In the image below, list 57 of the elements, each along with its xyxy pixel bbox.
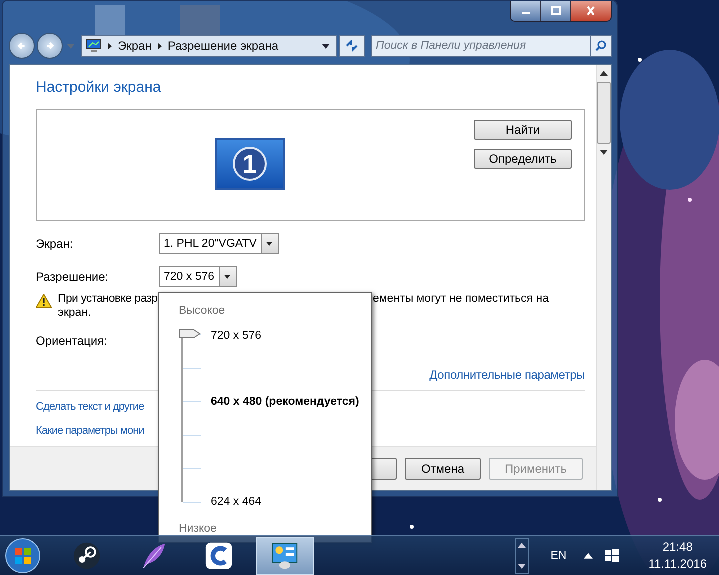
page-heading: Настройки экрана: [36, 79, 162, 98]
scale-label: Низкое: [179, 523, 218, 535]
warning-icon: [36, 294, 52, 308]
maximize-button[interactable]: [541, 1, 571, 21]
scroll-up-icon[interactable]: [518, 542, 526, 548]
help-link[interactable]: Какие параметры мони: [36, 425, 144, 437]
close-icon: [586, 6, 596, 16]
refresh-icon: [345, 40, 359, 52]
flag-icon[interactable]: [604, 548, 619, 562]
search-icon: [595, 40, 607, 52]
control-panel-icon: [271, 542, 299, 570]
warning-text: При установке разр: [58, 292, 159, 306]
resolution-option[interactable]: 640 x 480 (рекомендуется): [211, 395, 360, 409]
chevron-icon: [108, 42, 112, 50]
dropdown[interactable]: 1. PHL 20"VGATV: [159, 233, 279, 254]
language-indicator[interactable]: EN: [550, 550, 567, 562]
field-label: Ориентация:: [36, 334, 108, 348]
dropdown-caret-icon[interactable]: [322, 44, 330, 48]
warning-text: экран.: [58, 306, 92, 320]
steam-icon: [73, 542, 101, 570]
scroll-up-icon[interactable]: [600, 71, 608, 76]
dialog-button[interactable]: Отмена: [405, 458, 481, 480]
chevron-icon: [158, 42, 162, 50]
scroll-down-icon[interactable]: [600, 150, 608, 155]
taskbar-scroller[interactable]: [514, 538, 529, 574]
monitor-number: 1: [233, 147, 267, 181]
maximize-icon: [550, 6, 560, 16]
refresh-button[interactable]: [339, 35, 365, 57]
preview-button[interactable]: Определить: [474, 149, 572, 169]
scale-label: Высокое: [179, 305, 226, 317]
scrollbar[interactable]: [596, 65, 611, 490]
breadcrumb-item[interactable]: Разрешение экрана: [168, 39, 279, 53]
address-bar[interactable]: Экран Разрешение экрана: [81, 35, 337, 57]
tray-expand-icon[interactable]: [584, 552, 593, 558]
scroll-thumb[interactable]: [597, 82, 611, 144]
slider-thumb[interactable]: [179, 329, 201, 339]
field-label: Разрешение:: [36, 270, 110, 284]
resolution-option[interactable]: 720 x 576: [211, 329, 360, 343]
scroll-down-icon[interactable]: [518, 564, 526, 568]
field-label: Экран:: [36, 236, 74, 250]
monitor-tile[interactable]: 1: [215, 138, 285, 190]
resolution-option[interactable]: 624 x 464: [211, 495, 360, 509]
app-icon: [205, 542, 233, 570]
search-field[interactable]: Поиск в Панели управления: [371, 35, 590, 57]
search-button[interactable]: [590, 35, 612, 57]
minimize-button[interactable]: [511, 1, 541, 21]
monitor-icon: [86, 39, 102, 53]
close-button[interactable]: [571, 1, 611, 21]
caret-icon: [224, 274, 232, 278]
warning-text: ементы могут не поместиться на: [373, 292, 549, 306]
preview-button[interactable]: Найти: [474, 120, 572, 140]
breadcrumb-item[interactable]: Экран: [118, 39, 152, 53]
clock[interactable]: 21:48 11.11.2016: [648, 538, 707, 572]
advanced-settings-link[interactable]: Дополнительные параметры: [430, 368, 585, 382]
caret-icon: [266, 242, 274, 246]
dropdown[interactable]: 720 x 576: [159, 266, 237, 287]
help-link[interactable]: Сделать текст и другие: [36, 401, 144, 413]
